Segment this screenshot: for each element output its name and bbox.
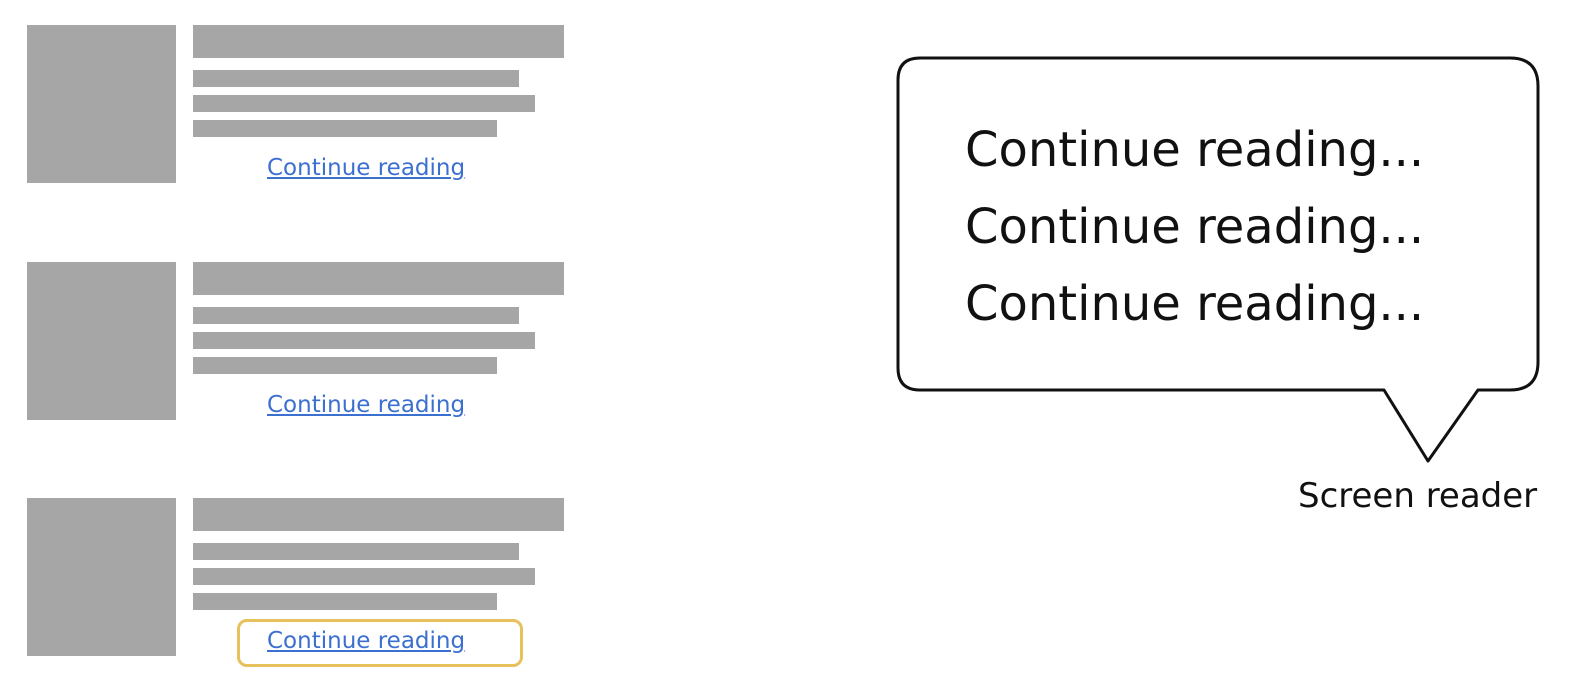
speech-bubble [896,56,1540,463]
screen-reader-output-line: Continue reading... [965,199,1425,255]
screen-reader-output: Continue reading... Continue reading... … [965,112,1424,343]
screen-reader-output-line: Continue reading... [965,276,1425,332]
screen-reader-label: Screen reader [1298,476,1538,516]
screen-reader-output-line: Continue reading... [965,122,1425,178]
